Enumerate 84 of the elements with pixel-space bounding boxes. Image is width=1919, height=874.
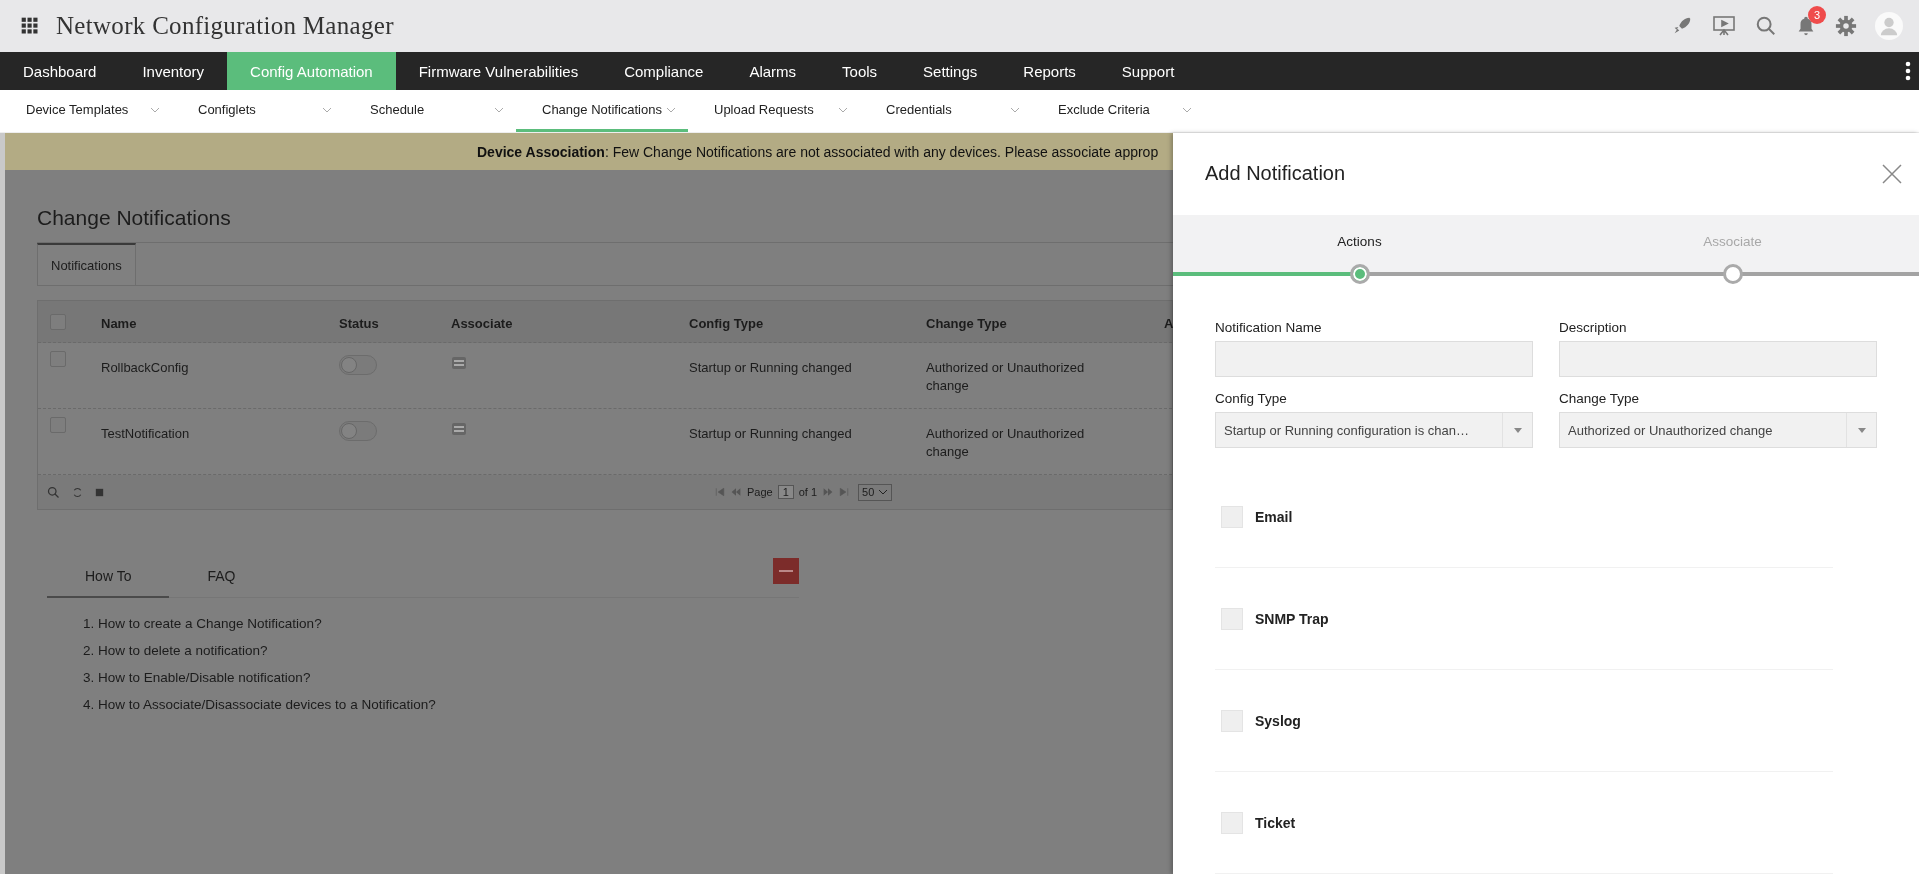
column-header: Change Type	[925, 315, 1008, 333]
first-page-icon[interactable]	[715, 487, 725, 497]
chevron-icon	[1010, 106, 1020, 113]
option-label: Syslog	[1255, 712, 1301, 729]
help-link[interactable]: 1. How to create a Change Notification?	[83, 614, 799, 633]
field-label: Description	[1559, 320, 1628, 335]
chevron-icon	[322, 106, 332, 113]
apps-grid-icon[interactable]	[20, 16, 40, 36]
column-header: Config Type	[688, 315, 765, 333]
status-toggle[interactable]	[339, 421, 377, 441]
table-cell-text: Authorized or Unauthorized change	[926, 359, 1086, 396]
table-cell-text: Startup or Running changed	[688, 425, 853, 443]
more-icon[interactable]	[1905, 61, 1911, 81]
nav-tab[interactable]: Reports	[1000, 52, 1099, 90]
previous-page-icon[interactable]	[730, 487, 742, 497]
page-count: of 1	[798, 486, 818, 498]
option-label: Ticket	[1255, 814, 1296, 831]
device-icon[interactable]	[451, 355, 467, 371]
chevron-icon	[838, 106, 848, 113]
caret-icon	[878, 489, 889, 495]
option-checkbox[interactable]	[1221, 505, 1243, 528]
page-title: Change Notifications	[37, 206, 232, 230]
nav-tab[interactable]: Dashboard	[0, 52, 120, 90]
collapse-button[interactable]	[773, 557, 799, 584]
column-header: Status	[338, 315, 380, 333]
chevron-icon	[666, 106, 676, 113]
content-tab[interactable]: Notifications	[37, 243, 136, 285]
option-checkbox[interactable]	[1221, 607, 1243, 630]
field-label: Notification Name	[1215, 320, 1323, 335]
column-header: Associate	[450, 315, 514, 333]
field-label: Change Type	[1559, 391, 1641, 406]
table-cell-text: RollbackConfig	[100, 359, 190, 377]
page-label: Page	[747, 486, 773, 498]
nav-tab[interactable]: Inventory	[119, 52, 228, 90]
last-page-icon[interactable]	[839, 487, 850, 497]
columns-icon[interactable]	[94, 486, 105, 498]
chevron-icon	[1182, 106, 1192, 113]
panel-title: Add Notification	[1205, 162, 1346, 186]
field-label: Config Type	[1215, 391, 1288, 406]
table-cell-text: TestNotification	[100, 425, 191, 443]
text-field[interactable]	[1215, 341, 1533, 377]
notification-badge: 3	[1808, 6, 1826, 24]
next-page-icon[interactable]	[822, 487, 835, 497]
minus-icon	[779, 569, 793, 572]
search-icon[interactable]	[46, 484, 61, 500]
step-label[interactable]: Actions	[1337, 233, 1382, 274]
avatar-icon[interactable]	[1875, 12, 1903, 40]
nav-tab[interactable]: Support	[1098, 52, 1198, 90]
nav-tab[interactable]: Tools	[819, 52, 901, 90]
status-toggle[interactable]	[339, 355, 377, 375]
column-header: Name	[100, 315, 138, 333]
help-tab[interactable]: How To	[47, 568, 170, 598]
dropdown-field[interactable]: Startup or Running configuration is chan…	[1215, 412, 1533, 448]
close-icon[interactable]	[1881, 162, 1903, 185]
device-icon[interactable]	[451, 421, 467, 437]
nav-tab[interactable]: Compliance	[601, 52, 727, 90]
help-tab[interactable]: FAQ	[169, 568, 274, 598]
app-title: Network Configuration Manager	[56, 12, 395, 40]
table-cell-text: Startup or Running changed	[688, 359, 853, 377]
nav-tab[interactable]: Firmware Vulnerabilities	[395, 52, 602, 90]
text-field[interactable]	[1559, 341, 1877, 377]
presentation-icon[interactable]	[1711, 14, 1737, 38]
page-input[interactable]: 1	[777, 485, 794, 499]
help-link[interactable]: 3. How to Enable/Disable notification?	[83, 668, 799, 687]
option-checkbox[interactable]	[1221, 811, 1243, 834]
option-label: SNMP Trap	[1255, 610, 1329, 627]
nav-tab[interactable]: Settings	[900, 52, 1001, 90]
nav-tab[interactable]: Alarms	[726, 52, 820, 90]
dropdown-field[interactable]: Authorized or Unauthorized change	[1559, 412, 1877, 448]
chevron-icon	[150, 106, 160, 113]
caret-icon	[1513, 427, 1522, 433]
table-cell-text: Authorized or Unauthorized change	[926, 425, 1086, 462]
chevron-icon	[494, 106, 504, 113]
refresh-icon[interactable]	[71, 485, 84, 499]
option-checkbox[interactable]	[1221, 709, 1243, 732]
page-size-select[interactable]: 50	[858, 483, 893, 501]
help-link[interactable]: 2. How to delete a notification?	[83, 641, 799, 660]
option-label: Email	[1255, 508, 1293, 525]
help-link[interactable]: 4. How to Associate/Disassociate devices to a Notification?	[83, 695, 799, 714]
column-header: A	[1163, 315, 1173, 333]
search-icon[interactable]	[1755, 15, 1777, 37]
association-banner: Device Association: Few Change Notifications are not associated with any devices. Please associate approp	[5, 133, 1173, 170]
caret-icon	[1857, 427, 1866, 433]
settings-icon[interactable]	[1835, 15, 1857, 37]
